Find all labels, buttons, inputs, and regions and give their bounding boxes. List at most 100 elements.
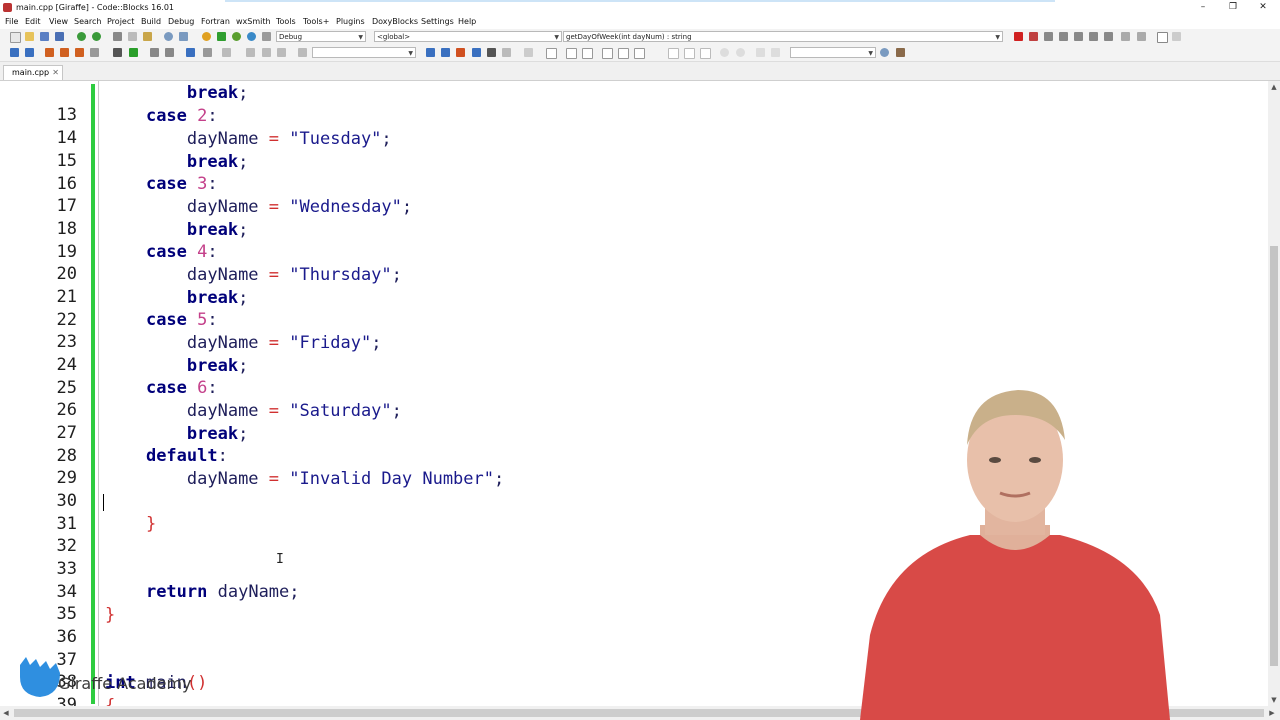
build-icon[interactable] (202, 32, 211, 41)
nav-right-icon[interactable] (441, 48, 450, 57)
nav-left-icon[interactable] (426, 48, 435, 57)
run-to-cursor-icon[interactable] (1029, 32, 1038, 41)
menu-view[interactable]: View (49, 15, 68, 29)
menu-fortran[interactable]: Fortran (201, 15, 230, 29)
close-window-button[interactable]: ✕ (1248, 0, 1278, 15)
abort-icon[interactable] (262, 32, 271, 41)
new-file-icon[interactable] (10, 32, 21, 43)
restore-button[interactable]: ❐ (1218, 0, 1248, 15)
scroll-left-icon[interactable]: ◀ (0, 706, 12, 720)
spell-s-icon[interactable] (756, 48, 765, 57)
menu-tools-plus[interactable]: Tools+ (303, 15, 329, 29)
save-all-icon[interactable] (55, 32, 64, 41)
jump-forward-icon[interactable] (277, 48, 286, 57)
save-icon[interactable] (40, 32, 49, 41)
build-run-icon[interactable] (232, 32, 241, 41)
find-icon[interactable] (164, 32, 173, 41)
back-icon[interactable] (10, 48, 19, 57)
copy-icon[interactable] (128, 32, 137, 41)
frame-icon[interactable] (566, 48, 577, 59)
spell-c-icon[interactable] (771, 48, 780, 57)
sizer-icon[interactable] (618, 48, 629, 59)
menu-settings[interactable]: Settings (421, 15, 454, 29)
open-file-icon[interactable] (25, 32, 34, 41)
scroll-up-icon[interactable]: ▲ (1268, 81, 1280, 93)
menu-wxsmith[interactable]: wxSmith (236, 15, 271, 29)
bookmark-prev-icon[interactable] (60, 48, 69, 57)
grid-icon[interactable] (634, 48, 645, 59)
code-search-input[interactable]: ▼ (312, 47, 416, 58)
redo-icon[interactable] (92, 32, 101, 41)
paste-icon[interactable] (143, 32, 152, 41)
layout-a-icon[interactable] (668, 48, 679, 59)
step-instruction-icon[interactable] (1104, 32, 1113, 41)
menu-file[interactable]: File (5, 15, 18, 29)
undo-icon[interactable] (77, 32, 86, 41)
bookmark-toggle-icon[interactable] (45, 48, 54, 57)
vertical-scrollbar[interactable]: ▲ ▼ (1268, 81, 1280, 706)
tab-main-cpp[interactable]: main.cpp ✕ (3, 65, 63, 80)
minimize-button[interactable]: – (1188, 0, 1218, 15)
highlight-icon[interactable] (456, 48, 465, 57)
menu-project[interactable]: Project (107, 15, 134, 29)
form-icon[interactable] (546, 48, 557, 59)
layout-c-icon[interactable] (700, 48, 711, 59)
stop-debug-icon[interactable] (1137, 32, 1146, 41)
regex-icon[interactable] (502, 48, 511, 57)
window-title: main.cpp [Giraffe] - Code::Blocks 16.01 (16, 3, 175, 12)
menu-doxyblocks[interactable]: DoxyBlocks (372, 15, 418, 29)
menu-help[interactable]: Help (458, 15, 476, 29)
comment-icon[interactable] (150, 48, 159, 57)
step-into-icon[interactable] (1059, 32, 1068, 41)
scroll-right-icon[interactable]: ▶ (1266, 706, 1278, 720)
zoom-in-icon[interactable] (720, 48, 729, 57)
pause-icon[interactable] (1121, 32, 1130, 41)
scope-select[interactable]: <global> ▼ (374, 31, 562, 42)
debug-start-icon[interactable] (1014, 32, 1023, 41)
codeblocks-app-icon (3, 3, 12, 12)
find-next-icon[interactable] (472, 48, 481, 57)
zoom-icon[interactable] (203, 48, 212, 57)
step-out-icon[interactable] (1074, 32, 1083, 41)
menu-debug[interactable]: Debug (168, 15, 194, 29)
menu-build[interactable]: Build (141, 15, 161, 29)
next-instruction-icon[interactable] (1089, 32, 1098, 41)
close-icon[interactable]: ✕ (52, 66, 59, 80)
jump-back-icon[interactable] (246, 48, 255, 57)
select-icon[interactable] (186, 48, 195, 57)
bookmark-clear-icon[interactable] (90, 48, 99, 57)
rebuild-icon[interactable] (247, 32, 256, 41)
various-info-icon[interactable] (1172, 32, 1181, 41)
settings-icon[interactable] (896, 48, 905, 57)
bookmark-next-icon[interactable] (75, 48, 84, 57)
search-target-icon[interactable] (298, 48, 307, 57)
menu-search[interactable]: Search (74, 15, 101, 29)
run-icon[interactable] (217, 32, 226, 41)
toggle-breakpoint-icon[interactable] (129, 48, 138, 57)
panel-icon[interactable] (602, 48, 613, 59)
cut-icon[interactable] (113, 32, 122, 41)
debug-windows-icon[interactable] (1157, 32, 1168, 43)
search-icon[interactable] (880, 48, 889, 57)
jump-home-icon[interactable] (262, 48, 271, 57)
build-target-select[interactable]: Debug ▼ (276, 31, 366, 42)
next-line-icon[interactable] (1044, 32, 1053, 41)
menu-tools[interactable]: Tools (276, 15, 296, 29)
forward-icon[interactable] (25, 48, 34, 57)
vertical-scroll-thumb[interactable] (1270, 246, 1278, 666)
doxy-icon[interactable] (222, 48, 231, 57)
layout-b-icon[interactable] (684, 48, 695, 59)
symbol-select[interactable]: getDayOfWeek(int dayNum) : string ▼ (563, 31, 1003, 42)
match-brace-icon[interactable] (113, 48, 122, 57)
clear-icon[interactable] (524, 48, 533, 57)
second-search-input[interactable]: ▼ (790, 47, 876, 58)
uncomment-icon[interactable] (165, 48, 174, 57)
menu-edit[interactable]: Edit (25, 15, 41, 29)
scroll-down-icon[interactable]: ▼ (1268, 694, 1280, 706)
replace-icon[interactable] (179, 32, 188, 41)
menu-plugins[interactable]: Plugins (336, 15, 365, 29)
zoom-out-icon[interactable] (736, 48, 745, 57)
chevron-down-icon: ▼ (408, 50, 413, 57)
dialog-icon[interactable] (582, 48, 593, 59)
find-prev-icon[interactable] (487, 48, 496, 57)
